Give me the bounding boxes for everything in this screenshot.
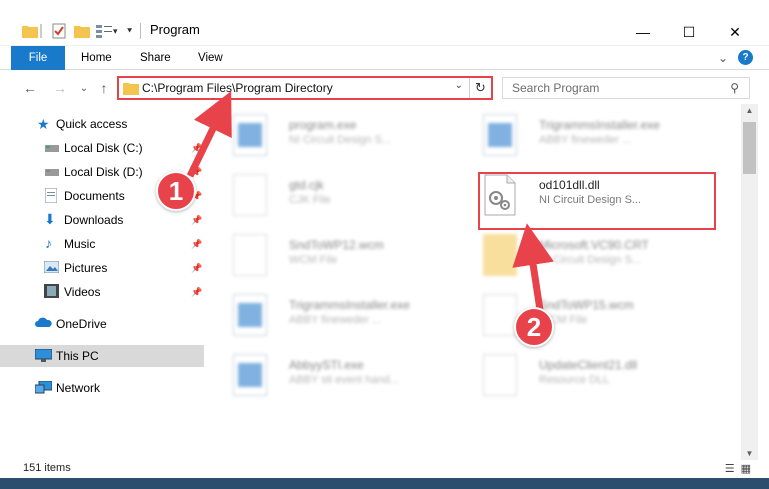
pin-icon[interactable]: 📌 [191,215,202,226]
file-list: program.exe NI Circuit Design S... Trigr… [213,108,743,458]
back-button[interactable]: ← [20,78,40,98]
ribbon: File Home Share View ⌄ ? [0,46,769,70]
drive-icon [45,166,61,180]
customize-toolbar-icon[interactable]: ▾ [113,22,118,40]
drive-icon [45,142,61,156]
target-file-highlight [478,172,716,230]
pin-icon[interactable]: 📌 [191,167,202,178]
star-icon: ★ [37,116,50,132]
sidebar-item-local-disk-c[interactable]: Local Disk (C:) 📌 [0,137,204,159]
document-file-icon [483,294,517,336]
sidebar-item-videos[interactable]: Videos 📌 [0,281,204,303]
separator [140,23,141,39]
dll-file-icon [483,354,517,396]
address-dropdown-icon[interactable]: ⌄ [455,80,463,91]
list-item[interactable]: TrigrammsInstaller.exe ABBY fineweder ..… [227,290,467,342]
folder-icon [483,234,517,276]
title-bar: ▾ ⯆ Program — ☐ ✕ [0,0,769,46]
list-item[interactable]: SndToWP15.wcm WCM File [477,290,717,342]
music-icon: ♪ [45,235,52,251]
exe-file-icon [233,354,267,396]
exe-file-icon [483,114,517,156]
forward-button[interactable]: → [50,78,70,98]
vertical-scrollbar[interactable]: ▲ ▼ [741,104,758,460]
navigation-bar: ← → ⌄ ↑ C:\Program Files\Program Directo… [0,72,769,104]
scroll-up-icon[interactable]: ▲ [741,106,758,115]
network-icon [34,380,53,395]
computer-icon [34,348,53,363]
sidebar-item-onedrive[interactable]: OneDrive [0,313,204,335]
address-text: C:\Program Files\Program Directory [142,81,333,95]
tab-file[interactable]: File [11,46,65,70]
search-icon[interactable]: ⚲ [730,81,739,95]
tab-view[interactable]: View [198,46,223,70]
step-2-badge: 2 [514,307,554,347]
item-count: 151 items [23,462,71,474]
navigation-pane: ★ Quick access Local Disk (C:) 📌 Local D… [0,108,205,458]
sidebar-item-downloads[interactable]: ⬇ Downloads 📌 [0,209,204,231]
pin-icon[interactable]: 📌 [191,239,202,250]
step-1-badge: 1 [156,171,196,211]
scroll-down-icon[interactable]: ▼ [741,449,758,458]
close-button[interactable]: ✕ [712,20,758,44]
list-item[interactable]: SndToWP12.wcm WCM File [227,230,467,282]
exe-file-icon [233,114,267,156]
list-item[interactable]: UpdateClient21.dll Resource DLL [477,350,717,402]
search-placeholder: Search Program [512,81,600,95]
folder-icon [123,83,139,95]
status-bar: 151 items ☰ ▦ [0,460,769,478]
folder-icon [22,22,38,40]
up-button[interactable]: ↑ [94,78,114,98]
list-item[interactable]: gtd.cjk CJK File [227,170,467,222]
sidebar-item-music[interactable]: ♪ Music 📌 [0,233,204,255]
view-options-icon[interactable] [96,22,112,40]
scroll-thumb[interactable] [743,122,756,174]
document-file-icon [233,174,267,216]
sidebar-item-network[interactable]: Network [0,377,204,399]
sidebar-item-pictures[interactable]: Pictures 📌 [0,257,204,279]
document-file-icon [233,234,267,276]
tiles-view-icon[interactable]: ▦ [741,462,751,475]
window-title: Program [150,22,200,37]
search-input[interactable]: Search Program ⚲ [502,77,750,99]
address-bar[interactable]: C:\Program Files\Program Directory ⌄ ↻ [117,76,493,100]
details-view-icon[interactable]: ☰ [725,462,735,475]
properties-icon[interactable] [52,22,66,40]
pictures-icon [43,260,60,275]
expand-ribbon-icon[interactable]: ⌄ [718,46,728,70]
new-folder-icon[interactable] [74,22,90,40]
toolbar-dropdown-icon[interactable]: ⯆ [126,22,133,40]
pin-icon[interactable]: 📌 [191,143,202,154]
separator [40,24,42,38]
list-item[interactable]: program.exe NI Circuit Design S... [227,110,467,162]
refresh-icon[interactable]: ↻ [469,78,491,98]
sidebar-item-quick-access[interactable]: ★ Quick access [0,113,204,135]
list-item[interactable]: Microsoft.VC90.CRT NI Circuit Design S..… [477,230,717,282]
document-icon [44,187,61,204]
tab-share[interactable]: Share [140,46,171,70]
cloud-icon [35,317,52,331]
sidebar-item-this-pc[interactable]: This PC [0,345,204,367]
recent-locations-button[interactable]: ⌄ [74,78,94,98]
exe-file-icon [233,294,267,336]
pin-icon[interactable]: 📌 [191,263,202,274]
tab-home[interactable]: Home [81,46,112,70]
download-icon: ⬇ [44,211,56,227]
minimize-button[interactable]: — [620,20,666,44]
list-item[interactable]: AbbyySTI.exe ABBY sti event hand... [227,350,467,402]
maximize-button[interactable]: ☐ [666,20,712,44]
list-item[interactable]: TrigrammsInstaller.exe ABBY fineweder ..… [477,110,717,162]
pin-icon[interactable]: 📌 [191,287,202,298]
help-icon[interactable]: ? [738,50,753,65]
desktop-background [0,478,769,489]
video-icon [44,284,60,298]
